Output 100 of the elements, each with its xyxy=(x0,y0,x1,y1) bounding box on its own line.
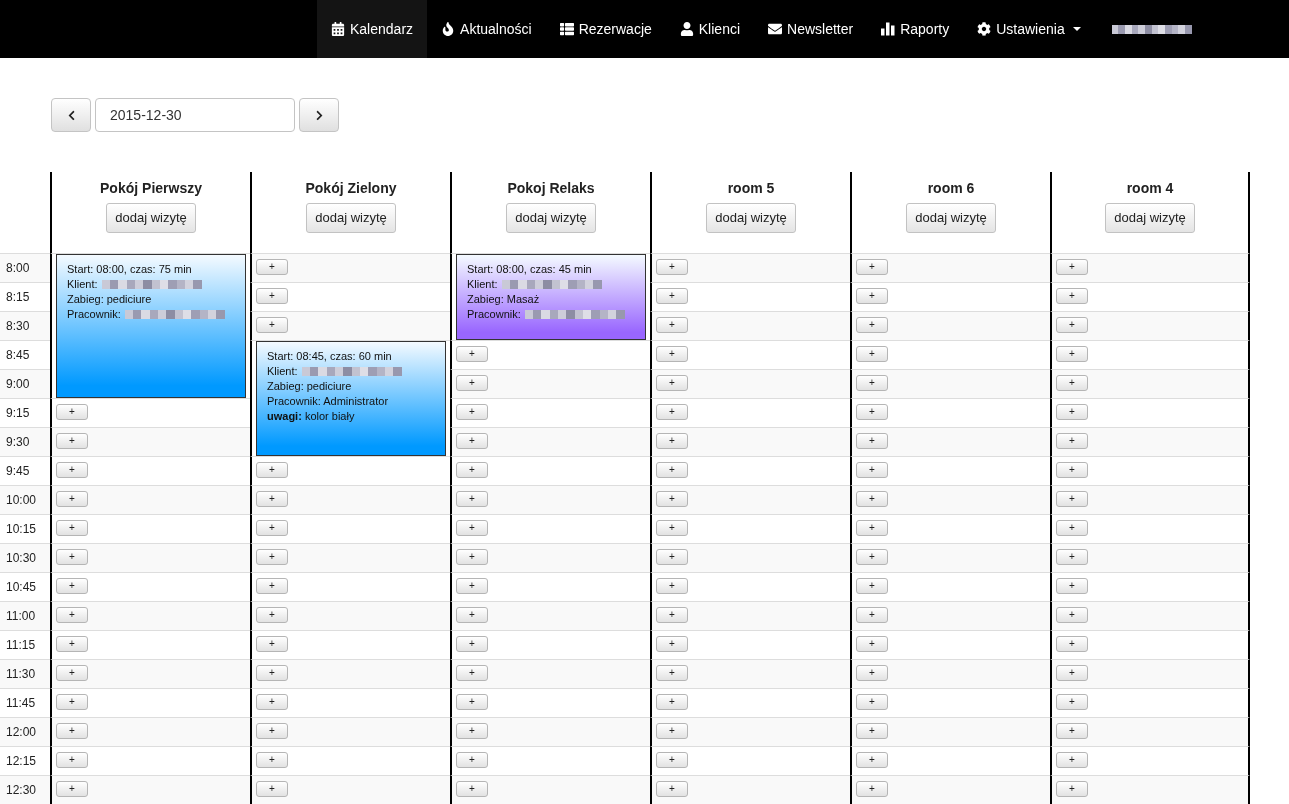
add-slot-button[interactable]: + xyxy=(56,781,88,797)
nav-link[interactable]: Kalendarz xyxy=(317,0,428,58)
add-slot-button[interactable]: + xyxy=(656,520,688,536)
add-slot-button[interactable]: + xyxy=(456,404,488,420)
add-slot-button[interactable]: + xyxy=(56,665,88,681)
add-slot-button[interactable]: + xyxy=(656,433,688,449)
add-slot-button[interactable]: + xyxy=(856,317,888,333)
add-slot-button[interactable]: + xyxy=(1056,491,1088,507)
add-slot-button[interactable]: + xyxy=(56,549,88,565)
add-slot-button[interactable]: + xyxy=(56,433,88,449)
add-slot-button[interactable]: + xyxy=(856,723,888,739)
add-slot-button[interactable]: + xyxy=(656,607,688,623)
add-slot-button[interactable]: + xyxy=(856,607,888,623)
add-slot-button[interactable]: + xyxy=(656,636,688,652)
add-slot-button[interactable]: + xyxy=(856,636,888,652)
add-slot-button[interactable]: + xyxy=(856,433,888,449)
add-slot-button[interactable]: + xyxy=(256,781,288,797)
add-slot-button[interactable]: + xyxy=(456,549,488,565)
add-slot-button[interactable]: + xyxy=(656,491,688,507)
add-slot-button[interactable]: + xyxy=(856,491,888,507)
add-slot-button[interactable]: + xyxy=(1056,636,1088,652)
add-slot-button[interactable]: + xyxy=(656,375,688,391)
add-slot-button[interactable]: + xyxy=(856,694,888,710)
add-slot-button[interactable]: + xyxy=(656,462,688,478)
add-slot-button[interactable]: + xyxy=(456,636,488,652)
add-slot-button[interactable]: + xyxy=(256,723,288,739)
add-slot-button[interactable]: + xyxy=(256,288,288,304)
add-slot-button[interactable]: + xyxy=(656,259,688,275)
add-slot-button[interactable]: + xyxy=(1056,288,1088,304)
add-visit-button[interactable]: dodaj wizytę xyxy=(906,203,996,233)
add-visit-button[interactable]: dodaj wizytę xyxy=(106,203,196,233)
add-slot-button[interactable]: + xyxy=(56,607,88,623)
add-slot-button[interactable]: + xyxy=(1056,520,1088,536)
add-slot-button[interactable]: + xyxy=(856,404,888,420)
date-input[interactable]: 2015-12-30 xyxy=(95,98,295,132)
add-slot-button[interactable]: + xyxy=(56,636,88,652)
add-slot-button[interactable]: + xyxy=(456,491,488,507)
add-slot-button[interactable]: + xyxy=(56,462,88,478)
add-slot-button[interactable]: + xyxy=(656,781,688,797)
add-visit-button[interactable]: dodaj wizytę xyxy=(1105,203,1195,233)
add-slot-button[interactable]: + xyxy=(256,665,288,681)
add-visit-button[interactable]: dodaj wizytę xyxy=(306,203,396,233)
previous-day-button[interactable] xyxy=(51,98,91,132)
add-slot-button[interactable]: + xyxy=(856,259,888,275)
add-slot-button[interactable]: + xyxy=(256,752,288,768)
add-slot-button[interactable]: + xyxy=(256,578,288,594)
add-slot-button[interactable]: + xyxy=(456,665,488,681)
add-slot-button[interactable]: + xyxy=(656,578,688,594)
add-slot-button[interactable]: + xyxy=(1056,607,1088,623)
add-slot-button[interactable]: + xyxy=(1056,433,1088,449)
add-slot-button[interactable]: + xyxy=(56,578,88,594)
add-visit-button[interactable]: dodaj wizytę xyxy=(706,203,796,233)
add-slot-button[interactable]: + xyxy=(1056,375,1088,391)
appointment-card[interactable]: Start: 08:00, czas: 45 min Klient: Zabieg: Masaż Pracownik: xyxy=(456,254,646,340)
add-slot-button[interactable]: + xyxy=(1056,404,1088,420)
next-day-button[interactable] xyxy=(299,98,339,132)
add-slot-button[interactable]: + xyxy=(456,346,488,362)
add-slot-button[interactable]: + xyxy=(56,520,88,536)
add-slot-button[interactable]: + xyxy=(456,433,488,449)
add-slot-button[interactable]: + xyxy=(656,288,688,304)
add-slot-button[interactable]: + xyxy=(1056,665,1088,681)
add-slot-button[interactable]: + xyxy=(656,317,688,333)
add-slot-button[interactable]: + xyxy=(656,549,688,565)
add-slot-button[interactable]: + xyxy=(256,520,288,536)
add-slot-button[interactable]: + xyxy=(856,346,888,362)
add-slot-button[interactable]: + xyxy=(856,665,888,681)
add-slot-button[interactable]: + xyxy=(1056,259,1088,275)
add-slot-button[interactable]: + xyxy=(456,462,488,478)
add-slot-button[interactable]: + xyxy=(656,346,688,362)
add-slot-button[interactable]: + xyxy=(56,723,88,739)
add-slot-button[interactable]: + xyxy=(1056,752,1088,768)
add-slot-button[interactable]: + xyxy=(256,607,288,623)
add-slot-button[interactable]: + xyxy=(56,752,88,768)
add-slot-button[interactable]: + xyxy=(1056,578,1088,594)
add-slot-button[interactable]: + xyxy=(256,462,288,478)
add-slot-button[interactable]: + xyxy=(456,752,488,768)
add-slot-button[interactable]: + xyxy=(856,781,888,797)
add-slot-button[interactable]: + xyxy=(456,578,488,594)
add-slot-button[interactable]: + xyxy=(56,404,88,420)
add-slot-button[interactable]: + xyxy=(1056,549,1088,565)
add-slot-button[interactable]: + xyxy=(1056,346,1088,362)
add-slot-button[interactable]: + xyxy=(456,694,488,710)
add-slot-button[interactable]: + xyxy=(456,607,488,623)
add-slot-button[interactable]: + xyxy=(656,723,688,739)
add-slot-button[interactable]: + xyxy=(256,549,288,565)
add-slot-button[interactable]: + xyxy=(656,665,688,681)
add-slot-button[interactable]: + xyxy=(856,288,888,304)
add-slot-button[interactable]: + xyxy=(656,404,688,420)
add-slot-button[interactable]: + xyxy=(256,491,288,507)
add-slot-button[interactable]: + xyxy=(856,752,888,768)
add-slot-button[interactable]: + xyxy=(1056,781,1088,797)
add-slot-button[interactable]: + xyxy=(656,752,688,768)
add-visit-button[interactable]: dodaj wizytę xyxy=(506,203,596,233)
add-slot-button[interactable]: + xyxy=(856,549,888,565)
add-slot-button[interactable]: + xyxy=(256,317,288,333)
add-slot-button[interactable]: + xyxy=(1056,723,1088,739)
add-slot-button[interactable]: + xyxy=(256,694,288,710)
add-slot-button[interactable]: + xyxy=(256,259,288,275)
add-slot-button[interactable]: + xyxy=(856,578,888,594)
add-slot-button[interactable]: + xyxy=(856,462,888,478)
